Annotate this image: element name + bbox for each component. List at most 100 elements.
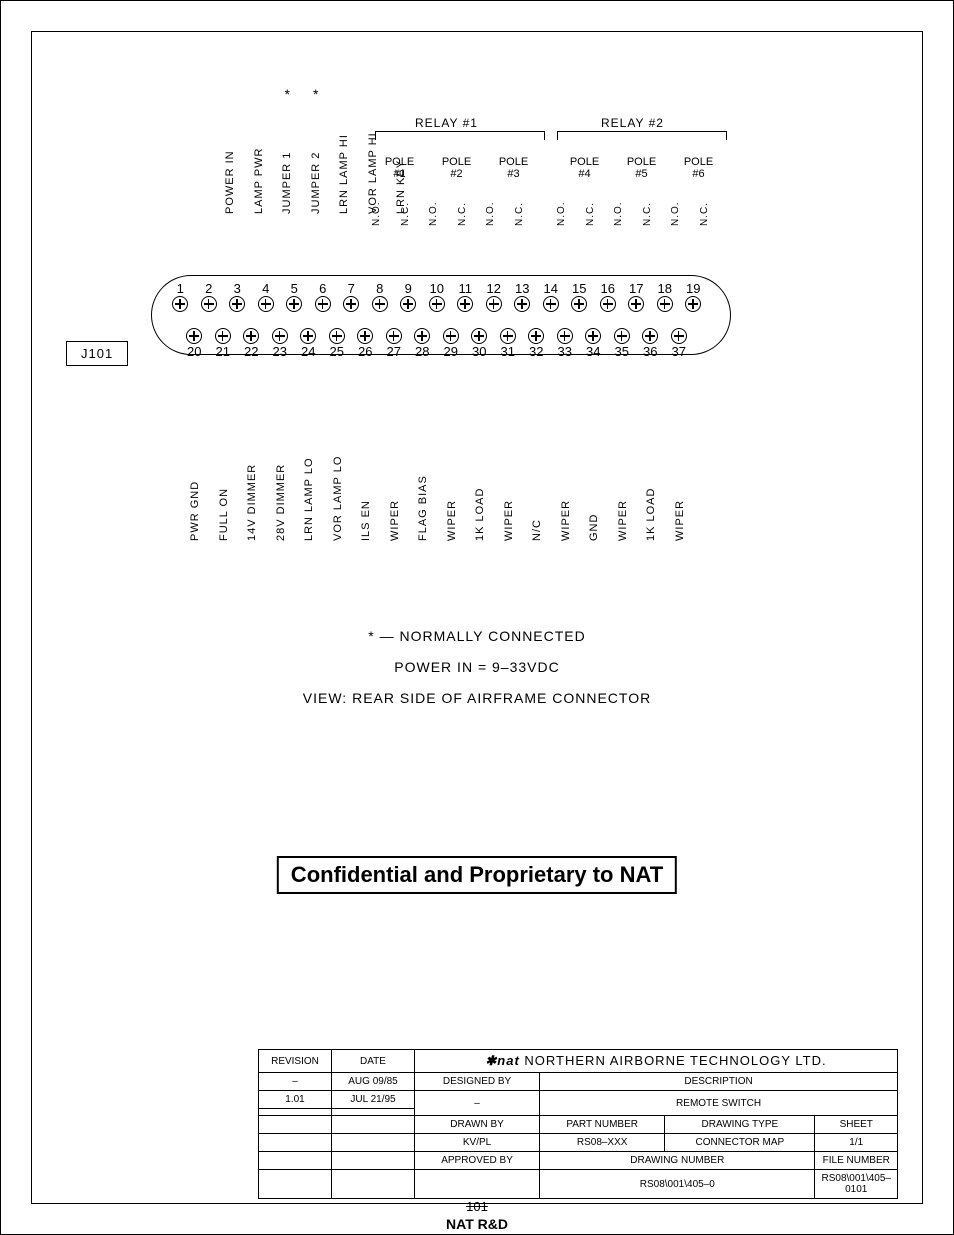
pin-icon xyxy=(329,328,345,344)
drawing-number: RS08\001\405–0 xyxy=(540,1170,815,1199)
top-cell-1: POWER IN xyxy=(216,86,245,214)
top-cell-4: *JUMPER 2 xyxy=(302,86,331,214)
date-2 xyxy=(332,1109,415,1116)
rev-4 xyxy=(259,1134,332,1152)
pin-label: WIPER xyxy=(560,421,572,541)
top-cell-5: LRN LAMP HI xyxy=(330,86,359,214)
rev-2 xyxy=(259,1109,332,1116)
designed-by-hdr: DESIGNED BY xyxy=(415,1073,540,1091)
bottom-labels-row: PWR GNDFULL ON 14V DIMMER 28V DIMMER LRN LA… xyxy=(181,421,694,541)
pin-label: LRN LAMP LO xyxy=(303,421,315,541)
pin-icon xyxy=(258,296,274,312)
pin-label: 1K LOAD xyxy=(645,421,657,541)
date-hdr: DATE xyxy=(332,1050,415,1073)
contact-type: N.C. xyxy=(585,186,614,226)
contact-type: N.O. xyxy=(485,186,514,226)
bot-cell-25: VOR LAMP LO xyxy=(324,421,353,541)
bot-cell-27: WIPER xyxy=(381,421,410,541)
pin-label: POWER IN xyxy=(224,104,236,214)
pin-icon xyxy=(543,296,559,312)
drawing-type: CONNECTOR MAP xyxy=(665,1134,815,1152)
asterisk: * xyxy=(285,86,290,104)
pin-icon xyxy=(614,328,630,344)
pin-icon xyxy=(486,296,502,312)
pin-label: GND xyxy=(588,421,600,541)
date-3 xyxy=(332,1116,415,1134)
title-block: REVISION DATE ✱nat NORTHERN AIRBORNE TEC… xyxy=(258,1049,898,1199)
relay1-bracket xyxy=(375,131,545,140)
contact-type: N.C. xyxy=(400,186,429,226)
pin-label: VOR LAMP LO xyxy=(332,421,344,541)
description-hdr: DESCRIPTION xyxy=(540,1073,898,1091)
note-3: VIEW: REAR SIDE OF AIRFRAME CONNECTOR xyxy=(1,683,953,714)
connector-outline xyxy=(151,275,731,355)
company-name: NORTHERN AIRBORNE TECHNOLOGY LTD. xyxy=(524,1053,826,1068)
file-number: RS08\001\405–0101 xyxy=(815,1170,898,1199)
drawing-number-hdr: DRAWING NUMBER xyxy=(540,1152,815,1170)
pin-icon xyxy=(557,328,573,344)
pole-label: POLE#2 xyxy=(442,156,471,180)
company-prefix: ✱nat xyxy=(485,1053,519,1068)
pin-icon xyxy=(600,296,616,312)
connector-ref: J101 xyxy=(66,341,128,366)
top-cell-3: *JUMPER 1 xyxy=(273,86,302,214)
connector: 12345678910111213141516171819 2021222324… xyxy=(151,281,731,359)
rev-5 xyxy=(259,1152,332,1170)
drawn-by: KV/PL xyxy=(415,1134,540,1152)
pin-label: 28V DIMMER xyxy=(275,421,287,541)
approved-by-hdr: APPROVED BY xyxy=(415,1152,540,1170)
date-1: JUL 21/95 xyxy=(332,1091,415,1109)
pole-group: POLE#1N.O.N.C. xyxy=(371,156,428,226)
pole-group: POLE#5N.O.N.C. xyxy=(613,156,670,226)
pin-label: WIPER xyxy=(674,421,686,541)
pin-icon xyxy=(272,328,288,344)
pole-label: POLE#6 xyxy=(684,156,713,180)
relay2-label: RELAY #2 xyxy=(601,116,664,130)
bot-cell-20: PWR GND xyxy=(181,421,210,541)
drawing-type-hdr: DRAWING TYPE xyxy=(665,1116,815,1134)
page: J101 POWER INLAMP PWR*JUMPER 1*JUMPER 2L… xyxy=(0,0,954,1235)
confidential-banner: Confidential and Proprietary to NAT xyxy=(277,856,677,894)
relay1-label: RELAY #1 xyxy=(415,116,478,130)
pole-label: POLE#5 xyxy=(627,156,656,180)
contact-type: N.O. xyxy=(371,186,400,226)
pin-label: WIPER xyxy=(503,421,515,541)
bot-cell-34: GND xyxy=(580,421,609,541)
bot-cell-31: WIPER xyxy=(495,421,524,541)
bot-cell-21: FULL ON xyxy=(210,421,239,541)
bot-cell-28: FLAG BIAS xyxy=(409,421,438,541)
designed-by: – xyxy=(415,1091,540,1116)
bot-cell-37: WIPER xyxy=(666,421,695,541)
pin-label: N/C xyxy=(531,421,543,541)
note-2: POWER IN = 9–33VDC xyxy=(1,652,953,683)
description: REMOTE SWITCH xyxy=(540,1091,898,1116)
bot-cell-29: WIPER xyxy=(438,421,467,541)
pin-label: 14V DIMMER xyxy=(246,421,258,541)
bot-cell-35: WIPER xyxy=(609,421,638,541)
pin-label: WIPER xyxy=(446,421,458,541)
contact-type: N.C. xyxy=(699,186,728,226)
pin-icon xyxy=(429,296,445,312)
pin-icon xyxy=(386,328,402,344)
part-number: RS08–XXX xyxy=(540,1134,665,1152)
pole-group: POLE#4 N.O.N.C. xyxy=(556,156,613,226)
bot-cell-24: LRN LAMP LO xyxy=(295,421,324,541)
file-number-hdr: FILE NUMBER xyxy=(815,1152,898,1170)
pin-icon xyxy=(500,328,516,344)
bot-cell-33: WIPER xyxy=(552,421,581,541)
date-0: AUG 09/85 xyxy=(332,1073,415,1091)
pin-label: 1K LOAD xyxy=(474,421,486,541)
pin-icon xyxy=(201,296,217,312)
pin-label: FLAG BIAS xyxy=(417,421,429,541)
note-1: * — NORMALLY CONNECTED xyxy=(1,621,953,652)
company-cell: ✱nat NORTHERN AIRBORNE TECHNOLOGY LTD. xyxy=(415,1050,898,1073)
pin-label: JUMPER 1 xyxy=(281,104,293,214)
pin-label: JUMPER 2 xyxy=(310,104,322,214)
pole-label: POLE#4 xyxy=(570,156,599,180)
date-5 xyxy=(332,1152,415,1170)
contact-type: N.O. xyxy=(556,186,585,226)
sheet: 1/1 xyxy=(815,1134,898,1152)
contact-type: N.O. xyxy=(613,186,642,226)
bot-cell-22: 14V DIMMER xyxy=(238,421,267,541)
contact-type: N.C. xyxy=(514,186,543,226)
